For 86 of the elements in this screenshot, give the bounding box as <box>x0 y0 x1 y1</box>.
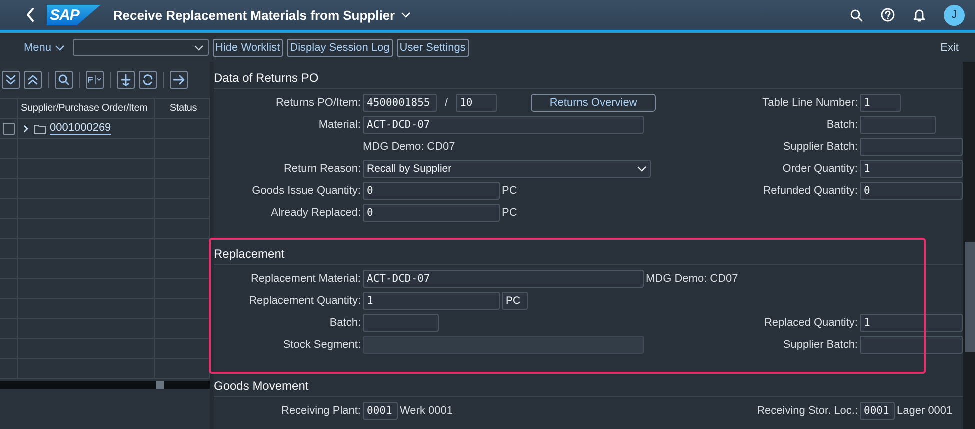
material-description: MDG Demo: CD07 <box>363 141 456 153</box>
table-cell <box>155 199 210 219</box>
unit-text: PC <box>502 185 518 197</box>
column-header[interactable]: Status <box>155 99 210 119</box>
dropdown-field[interactable]: Recall by Supplier <box>363 160 651 178</box>
input-field[interactable]: 1 <box>860 314 963 332</box>
row-checkbox[interactable] <box>3 122 15 134</box>
refresh-icon[interactable] <box>139 71 157 89</box>
field-label: Replacement Quantity: <box>249 295 361 307</box>
input-field[interactable]: 1 <box>860 160 963 178</box>
field-label: Supplier Batch: <box>783 141 858 153</box>
caret-icon <box>194 44 204 50</box>
field-label: Table Line Number: <box>762 97 858 109</box>
input-field[interactable]: 0001 <box>860 402 895 420</box>
table-cell <box>155 159 210 179</box>
field-label: Returns PO/Item: <box>276 97 361 109</box>
location-description: Lager 0001 <box>897 405 953 417</box>
input-field[interactable]: 0 <box>363 204 500 222</box>
app-title[interactable]: Receive Replacement Materials from Supplier <box>113 8 396 22</box>
field-label: Batch: <box>330 317 361 329</box>
unit-field[interactable]: PC <box>502 292 528 310</box>
field-label: Return Reason: <box>284 163 361 175</box>
search-icon[interactable] <box>850 8 863 22</box>
input-field[interactable]: 0 <box>363 182 500 200</box>
notification-icon[interactable] <box>913 8 926 22</box>
user-avatar[interactable]: J <box>944 4 965 26</box>
input-field[interactable] <box>860 116 936 134</box>
table-cell <box>155 239 210 259</box>
collapse-all-icon[interactable] <box>24 71 42 89</box>
vertical-scrollbar[interactable] <box>963 62 975 429</box>
input-field[interactable]: 0 <box>860 182 963 200</box>
tree-node-icon[interactable] <box>117 71 135 89</box>
table-cell <box>155 219 210 239</box>
help-icon[interactable] <box>881 8 895 22</box>
section-title: Replacement <box>214 247 285 261</box>
input-field[interactable]: 0001 <box>363 402 398 420</box>
section-title: Goods Movement <box>214 379 309 393</box>
field-label: Material: <box>318 119 361 131</box>
toolbar-button[interactable]: Display Session Log <box>287 38 393 56</box>
expand-icon[interactable] <box>22 124 30 132</box>
input-field[interactable]: 1 <box>363 292 500 310</box>
input-field[interactable]: ACT-DCD-07 <box>363 270 644 288</box>
arrow-right-icon[interactable] <box>170 71 188 89</box>
material-description: MDG Demo: CD07 <box>646 273 738 285</box>
toolbar-button[interactable]: User Settings <box>396 38 469 56</box>
input-field[interactable]: ACT-DCD-07 <box>363 116 644 134</box>
column-header[interactable]: Supplier/Purchase Order/Item <box>18 99 155 119</box>
field-label: Replacement Material: <box>250 273 361 285</box>
sap-logo[interactable]: SAP <box>47 4 102 26</box>
toolbar-button[interactable]: Hide Worklist <box>212 38 284 56</box>
menu-button[interactable]: Menu <box>24 42 65 54</box>
input-field[interactable]: 10 <box>456 94 498 112</box>
input-field[interactable] <box>363 314 439 332</box>
folder-icon <box>34 124 46 134</box>
input-field[interactable] <box>860 138 963 156</box>
layout-icon[interactable] <box>86 71 104 89</box>
field-label: Replaced Quantity: <box>764 317 858 329</box>
search-icon[interactable] <box>55 71 73 89</box>
caret-icon <box>401 12 412 18</box>
command-field[interactable] <box>72 39 209 56</box>
input-field[interactable]: 1 <box>860 94 901 112</box>
returns-overview-button[interactable]: Returns Overview <box>531 94 656 112</box>
field-label: Stock Segment: <box>283 339 361 351</box>
section-title: Data of Returns PO <box>214 71 319 85</box>
separator-text: / <box>445 97 448 109</box>
back-icon[interactable] <box>26 8 35 22</box>
table-cell <box>155 179 210 199</box>
exit-link[interactable]: Exit <box>940 42 959 54</box>
purchase-order-link[interactable]: 0001000269 <box>50 122 112 135</box>
field-label: Batch: <box>826 119 858 131</box>
field-label: Receiving Plant: <box>282 405 361 417</box>
plant-description: Werk 0001 <box>400 405 453 417</box>
field-label: Already Replaced: <box>271 207 361 219</box>
input-field[interactable]: 4500001855 <box>363 94 437 112</box>
table-cell <box>155 139 210 159</box>
caret-icon <box>637 166 647 172</box>
field-label: Supplier Batch: <box>783 339 858 351</box>
caret-icon <box>54 44 65 50</box>
field-label: Refunded Quantity: <box>763 185 858 197</box>
horizontal-scrollbar[interactable] <box>0 381 210 389</box>
field-label: Receiving Stor. Loc.: <box>757 405 858 417</box>
expand-all-icon[interactable] <box>2 71 20 89</box>
field-label: Order Quantity: <box>782 163 858 175</box>
unit-text: PC <box>502 207 518 219</box>
field-label: Goods Issue Quantity: <box>252 185 361 197</box>
input-field[interactable] <box>860 336 963 354</box>
